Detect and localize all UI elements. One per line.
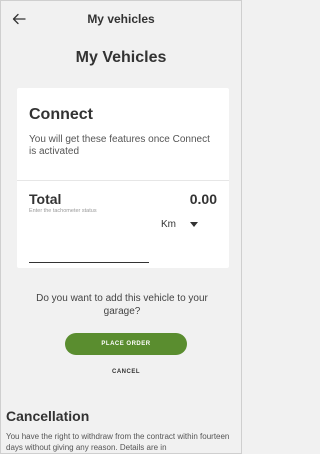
tachometer-input[interactable] <box>29 249 149 263</box>
connect-section: Connect You will get these features once… <box>17 88 229 180</box>
total-section: Total 0.00 Enter the tachometer status K… <box>17 181 229 268</box>
back-button[interactable] <box>9 9 29 29</box>
app-bar-title: My vehicles <box>87 12 155 26</box>
screen: My vehicles My Vehicles Connect You will… <box>0 0 242 454</box>
tachometer-hint: Enter the tachometer status <box>29 208 97 214</box>
unit-dropdown[interactable]: Km <box>161 219 198 230</box>
total-value: 0.00 <box>189 191 217 207</box>
unit-value: Km <box>161 219 176 230</box>
add-vehicle-question: Do you want to add this vehicle to your … <box>36 293 208 317</box>
cancellation-title: Cancellation <box>6 408 90 424</box>
arrow-left-icon <box>12 13 26 25</box>
connect-description: You will get these features once Connect… <box>29 134 210 157</box>
vehicle-card: Connect You will get these features once… <box>17 88 229 268</box>
cancel-button[interactable]: CANCEL <box>91 369 161 381</box>
page-title: My Vehicles <box>75 49 167 66</box>
cancellation-text: You have the right to withdraw from the … <box>6 432 230 452</box>
total-row: Total 0.00 <box>29 191 217 207</box>
total-label: Total <box>29 191 62 207</box>
connect-title: Connect <box>29 106 93 123</box>
dropdown-arrow-icon <box>190 222 198 227</box>
top-bar: My vehicles <box>1 1 241 37</box>
place-order-button[interactable]: PLACE ORDER <box>65 333 187 355</box>
